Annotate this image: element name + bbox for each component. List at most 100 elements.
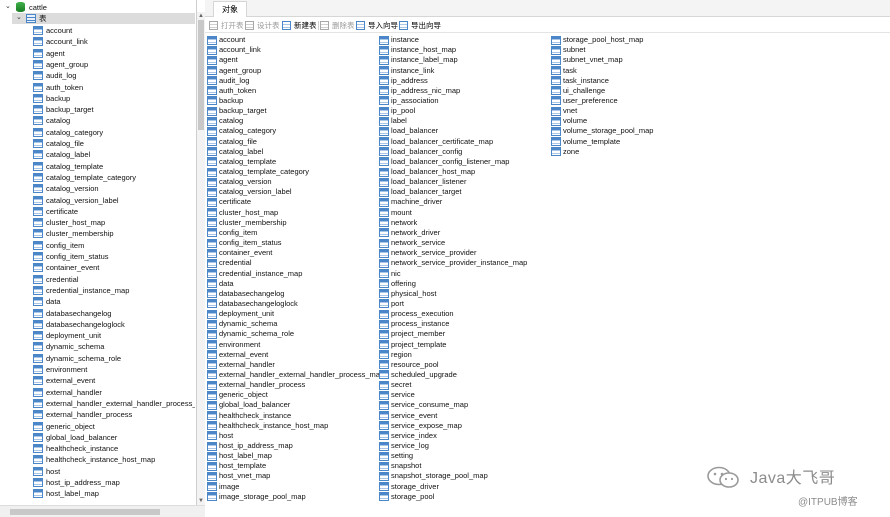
tree-item-table[interactable]: data bbox=[0, 296, 195, 307]
tree-item-table[interactable]: auth_token bbox=[0, 82, 195, 93]
tree-item-table[interactable]: cluster_host_map bbox=[0, 217, 195, 228]
table-icon bbox=[33, 285, 43, 295]
table-icon bbox=[379, 370, 389, 380]
table-icon bbox=[207, 492, 217, 502]
tree-item-table[interactable]: credential_instance_map bbox=[0, 285, 195, 296]
tree-item-table[interactable]: catalog_template_category bbox=[0, 172, 195, 183]
object-table-label: load_balancer_host_map bbox=[391, 167, 476, 176]
tree-item-table[interactable]: databasechangeloglock bbox=[0, 319, 195, 330]
object-table-label: resource_pool bbox=[391, 359, 439, 369]
tree-item-table[interactable]: healthcheck_instance_host_map bbox=[0, 454, 195, 465]
tree-item-table[interactable]: catalog_version_label bbox=[0, 195, 195, 206]
table-icon bbox=[379, 309, 389, 319]
tree-item-table[interactable]: healthcheck_instance bbox=[0, 443, 195, 454]
object-table-label: databasechangelog bbox=[219, 288, 285, 298]
table-icon bbox=[33, 26, 43, 35]
object-table-label: load_balancer_certificate_map bbox=[391, 136, 494, 146]
table-icon bbox=[33, 444, 43, 454]
table-icon bbox=[33, 71, 43, 81]
tree-item-table-label: config_item bbox=[46, 240, 85, 250]
tree-hscroll-thumb[interactable] bbox=[10, 509, 160, 515]
table-icon bbox=[207, 279, 217, 289]
tree-item-table[interactable]: host_ip_address_map bbox=[0, 477, 195, 488]
tree-item-table[interactable]: catalog_file bbox=[0, 138, 195, 149]
tree-item-table[interactable]: catalog_category bbox=[0, 127, 195, 138]
object-table-label: network_service bbox=[391, 238, 446, 247]
table-icon bbox=[207, 86, 217, 96]
table-icon bbox=[379, 471, 389, 481]
tree-item-table[interactable]: external_event bbox=[0, 375, 195, 386]
object-table-label: network_service_provider_instance_map bbox=[391, 258, 528, 268]
delete-table-label: 删除表 bbox=[332, 21, 355, 30]
tree-item-table[interactable]: deployment_unit bbox=[0, 330, 195, 341]
tree-item-table[interactable]: audit_log bbox=[0, 70, 195, 81]
tree-item-table[interactable]: backup bbox=[0, 93, 195, 104]
tree-item-table[interactable]: agent bbox=[0, 48, 195, 59]
object-table-label: instance_host_map bbox=[391, 45, 457, 55]
tree-item-table[interactable]: catalog_version bbox=[0, 183, 195, 194]
object-table-label: load_balancer_config_listener_map bbox=[391, 156, 510, 166]
object-table-label: ip_pool bbox=[391, 106, 416, 115]
tree-item-table[interactable]: catalog bbox=[0, 115, 195, 126]
table-icon bbox=[379, 340, 389, 349]
tree-item-table[interactable]: container_event bbox=[0, 262, 195, 273]
scroll-up-arrow-icon[interactable]: ▲ bbox=[197, 12, 205, 20]
tree-item-table[interactable]: config_item_status bbox=[0, 251, 195, 262]
tree-item-table[interactable]: external_handler_external_handler_proces… bbox=[0, 398, 195, 409]
tree-item-table[interactable]: external_handler_process bbox=[0, 409, 195, 420]
table-icon bbox=[207, 157, 217, 167]
tree-item-table[interactable]: account_link bbox=[0, 36, 195, 47]
tree-item-table-label: generic_object bbox=[46, 421, 95, 431]
table-icon bbox=[379, 492, 389, 502]
object-table-label: host_ip_address_map bbox=[219, 441, 293, 450]
tree-item-table[interactable]: global_load_balancer bbox=[0, 432, 195, 443]
table-icon bbox=[379, 218, 389, 228]
tree-item-table[interactable]: dynamic_schema bbox=[0, 341, 195, 352]
tree-item-table[interactable]: databasechangelog bbox=[0, 308, 195, 319]
tree-item-table[interactable]: host bbox=[0, 466, 195, 477]
table-icon bbox=[207, 96, 217, 106]
tree-item-table[interactable]: backup_target bbox=[0, 104, 195, 115]
scroll-down-arrow-icon[interactable]: ▼ bbox=[197, 497, 205, 505]
table-icon bbox=[33, 59, 43, 69]
chevron-down-icon[interactable]: ⌄ bbox=[5, 3, 13, 11]
tree-item-table[interactable]: generic_object bbox=[0, 421, 195, 432]
table-icon bbox=[207, 411, 217, 421]
tree-item-tables-group[interactable]: ⌄ 表 bbox=[0, 13, 195, 24]
table-icon bbox=[33, 410, 43, 420]
new-table-icon bbox=[282, 21, 291, 30]
object-table-label: backup bbox=[219, 95, 244, 105]
object-table-label: catalog_label bbox=[219, 146, 264, 156]
tree-item-table[interactable]: external_handler bbox=[0, 387, 195, 398]
object-table-label: external_handler_external_handler_proces… bbox=[219, 369, 385, 379]
table-icon bbox=[207, 451, 217, 461]
tree-item-table[interactable]: environment bbox=[0, 364, 195, 375]
table-icon bbox=[207, 55, 217, 65]
tree-item-database[interactable]: ⌄ cattle bbox=[0, 2, 195, 13]
tab-objects[interactable]: 对象 bbox=[213, 1, 247, 17]
table-icon bbox=[33, 218, 43, 228]
tree-item-table[interactable]: credential bbox=[0, 274, 195, 285]
tree-scrollbar-thumb[interactable] bbox=[198, 20, 204, 130]
tree-item-table[interactable]: agent_group bbox=[0, 59, 195, 70]
object-table-label: process_instance bbox=[391, 319, 450, 329]
tree-item-table-label: dynamic_schema bbox=[46, 342, 105, 352]
object-table-label: offering bbox=[391, 278, 416, 288]
tree-item-table[interactable]: cluster_membership bbox=[0, 228, 195, 239]
tree-item-table-label: catalog_version_label bbox=[46, 195, 119, 205]
tree-item-table[interactable]: certificate bbox=[0, 206, 195, 217]
table-icon bbox=[207, 147, 217, 157]
tree-item-table[interactable]: catalog_label bbox=[0, 149, 195, 160]
object-table-label: service_index bbox=[391, 430, 437, 440]
object-table-label: environment bbox=[219, 339, 261, 349]
chevron-down-icon[interactable]: ⌄ bbox=[16, 14, 24, 22]
tree-item-table[interactable]: catalog_template bbox=[0, 161, 195, 172]
tree-item-table[interactable]: dynamic_schema_role bbox=[0, 353, 195, 364]
tree-item-table-label: backup_target bbox=[46, 105, 94, 115]
tree-item-table-label: config_item_status bbox=[46, 252, 109, 261]
tree-item-table[interactable]: host_label_map bbox=[0, 488, 195, 499]
tree-vertical-scrollbar[interactable]: ▲ ▼ bbox=[197, 12, 205, 505]
tree-item-table[interactable]: config_item bbox=[0, 240, 195, 251]
tree-item-table[interactable]: account bbox=[0, 25, 195, 36]
tree-horizontal-scrollbar[interactable] bbox=[0, 505, 205, 517]
